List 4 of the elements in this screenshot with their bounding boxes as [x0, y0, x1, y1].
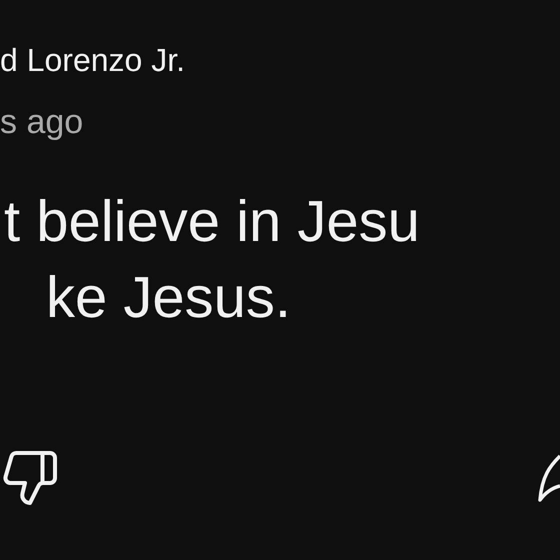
comment-text: t believe in Jesu [4, 188, 420, 256]
comment-author: d Lorenzo Jr. [0, 41, 185, 80]
comment-time: s ago [0, 102, 84, 142]
comment-text: ke Jesus. [46, 264, 291, 332]
